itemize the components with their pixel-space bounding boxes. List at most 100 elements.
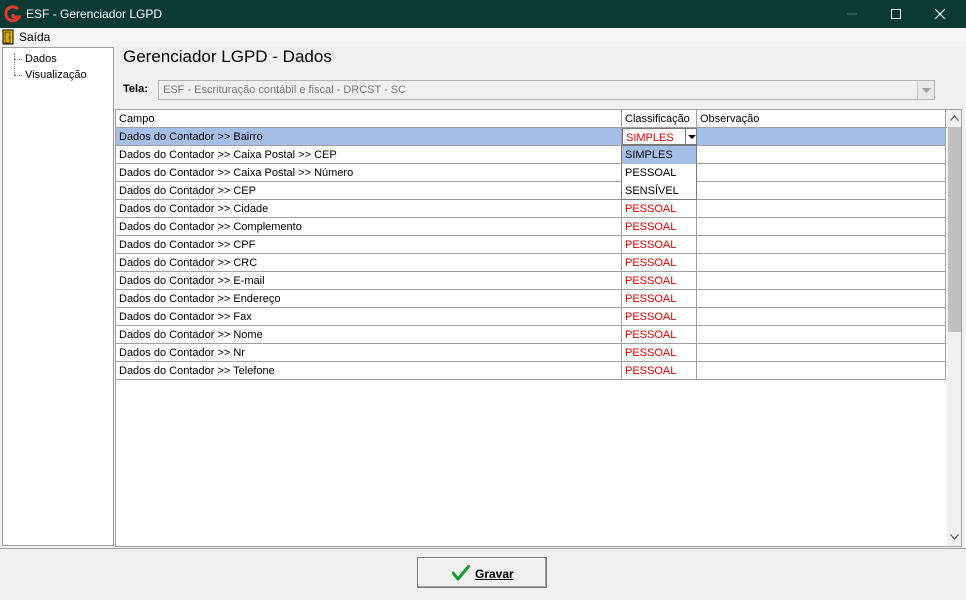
cell-observacao[interactable] [697, 128, 946, 145]
cell-campo[interactable]: Dados do Contador >> E-mail [116, 272, 622, 289]
table-row[interactable]: Dados do Contador >> Fax PESSOAL [116, 308, 946, 326]
save-label-text: Gravar [475, 567, 514, 581]
scroll-down-button[interactable] [947, 529, 961, 546]
cell-campo[interactable]: Dados do Contador >> Telefone [116, 362, 622, 379]
cell-observacao[interactable] [697, 308, 946, 325]
cell-observacao[interactable] [697, 200, 946, 217]
cell-campo[interactable]: Dados do Contador >> Bairro [116, 128, 622, 145]
data-grid: Campo Classificação Observação Dados do … [115, 109, 962, 547]
cell-observacao[interactable] [697, 182, 946, 199]
classification-combo-button[interactable] [685, 129, 696, 144]
classification-dropdown-list: SIMPLES PESSOAL SENSÍVEL [621, 145, 697, 200]
cell-classificacao-value: PESSOAL [625, 293, 677, 305]
cell-classificacao[interactable]: PESSOAL [622, 308, 697, 325]
cell-campo[interactable]: Dados do Contador >> Complemento [116, 218, 622, 235]
menu-bar: Saída [0, 28, 966, 46]
table-row[interactable]: Dados do Contador >> Caixa Postal >> Núm… [116, 164, 946, 182]
table-row[interactable]: Dados do Contador >> Nr PESSOAL [116, 344, 946, 362]
cell-campo[interactable]: Dados do Contador >> Nr [116, 344, 622, 361]
cell-campo[interactable]: Dados do Contador >> Endereço [116, 290, 622, 307]
cell-campo[interactable]: Dados do Contador >> Cidade [116, 200, 622, 217]
cell-classificacao-value: PESSOAL [625, 221, 677, 233]
cell-campo[interactable]: Dados do Contador >> Nome [116, 326, 622, 343]
cell-observacao[interactable] [697, 290, 946, 307]
cell-classificacao-value: PESSOAL [625, 347, 677, 359]
cell-observacao[interactable] [697, 218, 946, 235]
close-icon [934, 8, 946, 20]
cell-classificacao-value: PESSOAL [625, 203, 677, 215]
cell-classificacao[interactable]: PESSOAL [622, 236, 697, 253]
table-row[interactable]: Dados do Contador >> Bairro SIMPLES [116, 128, 946, 146]
table-row[interactable]: Dados do Contador >> Telefone PESSOAL [116, 362, 946, 380]
cell-classificacao[interactable]: PESSOAL [622, 218, 697, 235]
cell-classificacao-value: PESSOAL [625, 365, 677, 377]
cell-observacao[interactable] [697, 236, 946, 253]
cell-observacao[interactable] [697, 362, 946, 379]
tela-select-value: ESF - Escrituração contábil e fiscal - D… [163, 84, 407, 96]
column-header-campo[interactable]: Campo [116, 110, 622, 128]
cell-observacao[interactable] [697, 146, 946, 163]
cell-classificacao-value: PESSOAL [625, 311, 677, 323]
table-row[interactable]: Dados do Contador >> Cidade PESSOAL [116, 200, 946, 218]
save-button-label: Gravar [475, 567, 514, 581]
tree-connector [14, 59, 22, 60]
cell-observacao[interactable] [697, 272, 946, 289]
maximize-button[interactable] [874, 0, 918, 28]
table-row[interactable]: Dados do Contador >> Nome PESSOAL [116, 326, 946, 344]
cell-classificacao[interactable]: PESSOAL [622, 362, 697, 379]
dropdown-option-pessoal[interactable]: PESSOAL [622, 164, 696, 182]
scroll-thumb[interactable] [948, 127, 961, 332]
chevron-down-icon [922, 88, 931, 93]
cell-campo[interactable]: Dados do Contador >> CRC [116, 254, 622, 271]
table-row[interactable]: Dados do Contador >> Endereço PESSOAL [116, 290, 946, 308]
cell-campo[interactable]: Dados do Contador >> Caixa Postal >> CEP [116, 146, 622, 163]
cell-observacao[interactable] [697, 254, 946, 271]
table-row[interactable]: Dados do Contador >> Complemento PESSOAL [116, 218, 946, 236]
column-header-observacao[interactable]: Observação [697, 110, 946, 128]
cell-classificacao[interactable]: PESSOAL [622, 272, 697, 289]
grid-header: Campo Classificação Observação [116, 110, 947, 128]
tree-connector [14, 53, 15, 75]
app-logo-icon [4, 5, 22, 23]
tela-dropdown-button[interactable] [917, 81, 934, 99]
maximize-icon [891, 9, 901, 19]
cell-observacao[interactable] [697, 326, 946, 343]
tela-label: Tela: [123, 83, 148, 95]
close-button[interactable] [918, 0, 962, 28]
cell-observacao[interactable] [697, 344, 946, 361]
tela-select[interactable]: ESF - Escrituração contábil e fiscal - D… [158, 80, 935, 100]
tree-connector [14, 75, 22, 76]
cell-campo[interactable]: Dados do Contador >> CPF [116, 236, 622, 253]
cell-campo[interactable]: Dados do Contador >> Fax [116, 308, 622, 325]
table-row[interactable]: Dados do Contador >> CRC PESSOAL [116, 254, 946, 272]
page-title: Gerenciador LGPD - Dados [123, 47, 332, 66]
scroll-up-button[interactable] [947, 110, 961, 127]
tree-item-visualizacao[interactable]: Visualização [25, 69, 87, 81]
vertical-scrollbar[interactable] [947, 110, 961, 546]
save-button[interactable]: Gravar [417, 557, 547, 588]
minimize-button[interactable] [830, 0, 874, 28]
cell-classificacao[interactable]: PESSOAL [622, 344, 697, 361]
cell-campo[interactable]: Dados do Contador >> Caixa Postal >> Núm… [116, 164, 622, 181]
tree-item-dados[interactable]: Dados [25, 53, 57, 65]
cell-classificacao-value: SIMPLES [626, 132, 674, 144]
cell-classificacao[interactable]: PESSOAL [622, 254, 697, 271]
table-row[interactable]: Dados do Contador >> CPF PESSOAL [116, 236, 946, 254]
cell-classificacao[interactable]: SIMPLES [622, 128, 697, 145]
table-row[interactable]: Dados do Contador >> CEP [116, 182, 946, 200]
cell-campo[interactable]: Dados do Contador >> CEP [116, 182, 622, 199]
cell-classificacao[interactable]: PESSOAL [622, 200, 697, 217]
column-header-classificacao[interactable]: Classificação [622, 110, 697, 128]
dropdown-option-simples[interactable]: SIMPLES [622, 146, 696, 164]
table-row[interactable]: Dados do Contador >> E-mail PESSOAL [116, 272, 946, 290]
cell-classificacao[interactable]: PESSOAL [622, 290, 697, 307]
chevron-down-icon [688, 135, 696, 139]
navigation-tree: Dados Visualização [2, 47, 114, 546]
table-row[interactable]: Dados do Contador >> Caixa Postal >> CEP [116, 146, 946, 164]
green-check-icon [452, 565, 470, 581]
dropdown-option-sensivel[interactable]: SENSÍVEL [622, 182, 696, 200]
cell-classificacao[interactable]: PESSOAL [622, 326, 697, 343]
window-title: ESF - Gerenciador LGPD [26, 7, 163, 21]
cell-observacao[interactable] [697, 164, 946, 181]
minimize-icon [847, 13, 857, 15]
